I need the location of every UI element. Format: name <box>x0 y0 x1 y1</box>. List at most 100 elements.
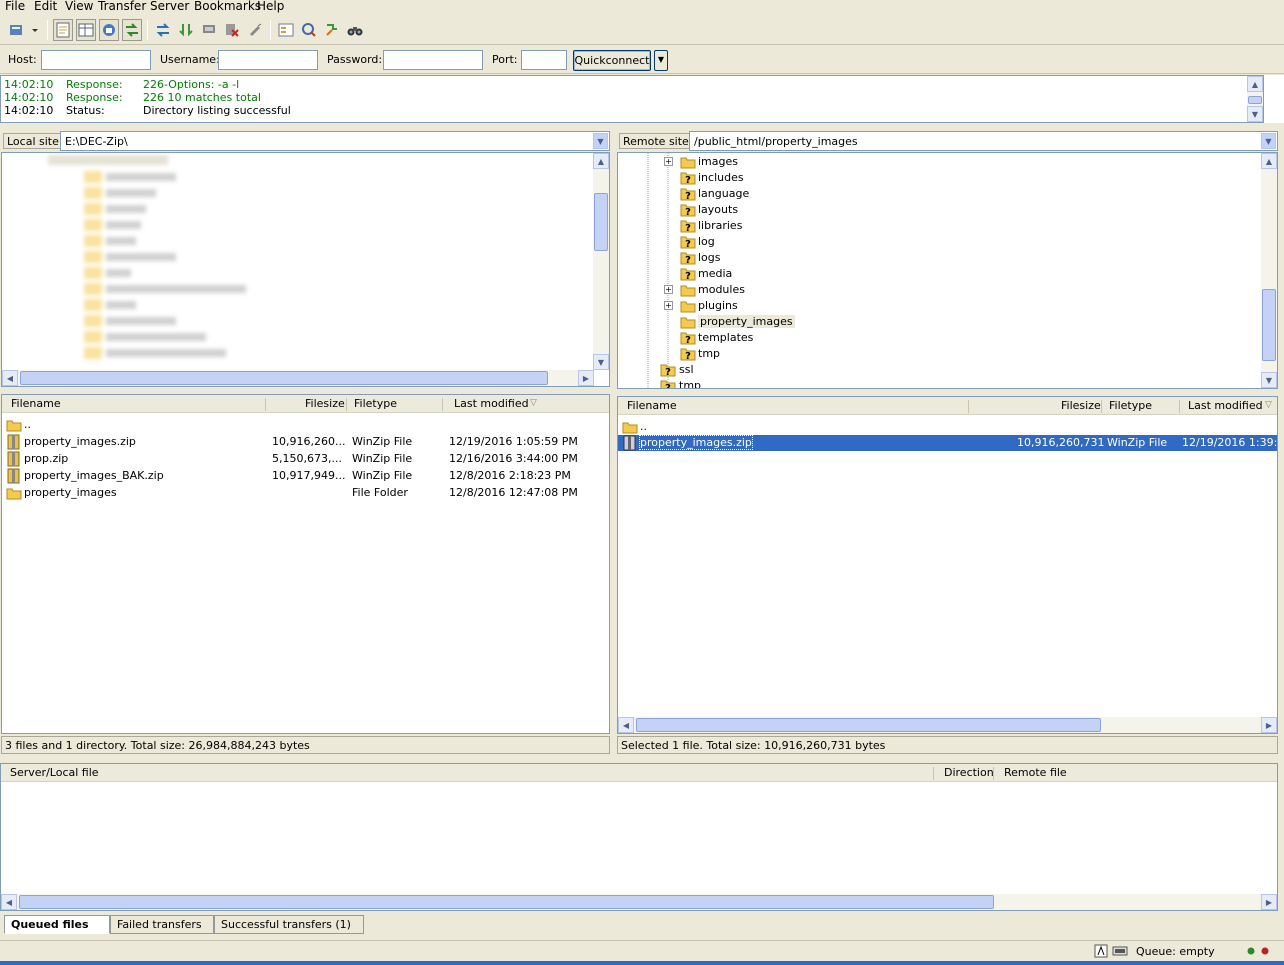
local-file-list[interactable]: Filename Filesize Filetype Last modified… <box>1 394 610 734</box>
remote-list-hscrollbar[interactable]: ◀ ▶ <box>618 717 1277 733</box>
menu-file[interactable]: File <box>5 0 25 13</box>
column-filetype[interactable]: Filetype <box>354 397 397 410</box>
scroll-right-arrow[interactable]: ▶ <box>1261 894 1277 910</box>
local-file-row[interactable]: prop.zip 5,150,673,... WinZip File 12/16… <box>2 451 602 467</box>
scroll-thumb[interactable] <box>1262 289 1276 361</box>
menu-server[interactable]: Server <box>150 0 189 13</box>
expand-icon[interactable]: + <box>664 157 673 166</box>
reconnect-button[interactable] <box>245 19 265 41</box>
scroll-thumb[interactable] <box>1248 96 1262 104</box>
scroll-left-arrow[interactable]: ◀ <box>618 717 634 733</box>
search-files-button[interactable] <box>345 19 365 41</box>
remote-tree-item[interactable]: ? media <box>618 266 1258 282</box>
menu-edit[interactable]: Edit <box>34 0 57 13</box>
scroll-thumb[interactable] <box>19 895 994 909</box>
local-tree-hscrollbar[interactable]: ◀ ▶ <box>2 370 594 386</box>
remote-tree-item[interactable]: + plugins <box>618 298 1258 314</box>
directory-filter-button[interactable] <box>276 19 296 41</box>
scroll-up-arrow[interactable]: ▲ <box>1261 153 1277 169</box>
menu-help[interactable]: Help <box>257 0 284 13</box>
remote-file-row-selected[interactable]: property_images.zip 10,916,260,731 WinZi… <box>618 435 1277 451</box>
refresh-button[interactable] <box>153 19 173 41</box>
column-filetype[interactable]: Filetype <box>1109 399 1152 412</box>
password-input[interactable] <box>383 50 483 70</box>
scroll-thumb[interactable] <box>20 371 548 385</box>
site-manager-button[interactable] <box>6 19 40 41</box>
menu-bookmarks[interactable]: Bookmarks <box>194 0 261 13</box>
remote-tree-item[interactable]: ? templates <box>618 330 1258 346</box>
synchronized-browsing-button[interactable] <box>322 19 342 41</box>
column-filesize[interactable]: Filesize <box>305 397 345 410</box>
quickconnect-button[interactable]: Quickconnect <box>573 50 651 71</box>
remote-tree-item[interactable]: ? logs <box>618 250 1258 266</box>
expand-icon[interactable]: + <box>664 301 673 310</box>
local-file-row[interactable]: property_images File Folder 12/8/2016 12… <box>2 485 602 501</box>
scroll-left-arrow[interactable]: ◀ <box>2 370 18 386</box>
scroll-thumb[interactable] <box>636 718 1101 732</box>
remote-tree-item[interactable]: ? libraries <box>618 218 1258 234</box>
remote-file-list[interactable]: Filename Filesize Filetype Last modified… <box>617 396 1278 734</box>
scroll-right-arrow[interactable]: ▶ <box>1261 717 1277 733</box>
remote-tree-item[interactable]: ? includes <box>618 170 1258 186</box>
remote-tree-item[interactable]: ? tmp <box>618 346 1258 362</box>
remote-tree-item[interactable]: + images <box>618 154 1258 170</box>
column-last-modified[interactable]: Last modified <box>454 397 529 410</box>
column-remote-file[interactable]: Remote file <box>1004 766 1067 779</box>
cancel-operation-button[interactable] <box>199 19 219 41</box>
quickconnect-history-dropdown[interactable]: ▼ <box>654 50 668 71</box>
host-input[interactable] <box>41 50 151 70</box>
remote-tree-item[interactable]: + modules <box>618 282 1258 298</box>
log-scrollbar[interactable]: ▲ ▼ <box>1247 76 1263 122</box>
remote-file-row[interactable]: .. <box>618 419 1277 435</box>
column-filesize[interactable]: Filesize <box>1061 399 1101 412</box>
local-path-combobox[interactable]: E:\DEC-Zip\ ▼ <box>60 131 610 151</box>
remote-tree-item[interactable]: property_images <box>618 314 1258 330</box>
toggle-remote-tree-button[interactable] <box>99 19 119 41</box>
disconnect-button[interactable] <box>222 19 242 41</box>
scroll-thumb[interactable] <box>594 193 608 251</box>
local-file-row[interactable]: property_images_BAK.zip 10,917,949... Wi… <box>2 468 602 484</box>
tab-successful-transfers[interactable]: Successful transfers (1) <box>214 915 364 934</box>
remote-tree-item[interactable]: ? log <box>618 234 1258 250</box>
transfer-type-icon[interactable] <box>1094 944 1108 958</box>
local-path-dropdown-icon[interactable]: ▼ <box>593 133 608 149</box>
expand-icon[interactable]: + <box>664 285 673 294</box>
tab-failed-transfers[interactable]: Failed transfers <box>110 915 214 934</box>
scroll-down-arrow[interactable]: ▼ <box>593 354 609 370</box>
toggle-queue-button[interactable] <box>122 19 142 41</box>
remote-tree-vscrollbar[interactable]: ▲ ▼ <box>1261 153 1277 388</box>
remote-tree-item[interactable]: ? language <box>618 186 1258 202</box>
column-last-modified[interactable]: Last modified <box>1188 399 1263 412</box>
remote-tree-item[interactable]: ? layouts <box>618 202 1258 218</box>
remote-path-dropdown-icon[interactable]: ▼ <box>1261 133 1276 149</box>
menu-view[interactable]: View <box>65 0 93 13</box>
scroll-down-arrow[interactable]: ▼ <box>1261 372 1277 388</box>
port-input[interactable] <box>521 50 567 70</box>
column-server-local-file[interactable]: Server/Local file <box>10 766 99 779</box>
tab-queued-files[interactable]: Queued files <box>4 915 110 934</box>
menu-transfer[interactable]: Transfer <box>98 0 146 13</box>
local-file-row[interactable]: property_images.zip 10,916,260... WinZip… <box>2 434 602 450</box>
transfer-queue[interactable]: Server/Local file Direction Remote file … <box>0 763 1278 911</box>
toggle-local-tree-button[interactable] <box>76 19 96 41</box>
local-file-row[interactable]: .. <box>2 417 602 433</box>
speed-limit-icon[interactable] <box>1112 945 1128 957</box>
scroll-up-arrow[interactable]: ▲ <box>1247 76 1263 92</box>
scroll-left-arrow[interactable]: ◀ <box>1 894 17 910</box>
scroll-up-arrow[interactable]: ▲ <box>593 153 609 169</box>
toggle-log-button[interactable] <box>53 19 73 41</box>
column-filename[interactable]: Filename <box>11 397 61 410</box>
column-direction[interactable]: Direction <box>944 766 994 779</box>
scroll-right-arrow[interactable]: ▶ <box>578 370 594 386</box>
scroll-down-arrow[interactable]: ▼ <box>1247 106 1263 122</box>
username-input[interactable] <box>218 50 318 70</box>
local-tree-vscrollbar[interactable]: ▲ ▼ <box>593 153 609 370</box>
remote-tree-item[interactable]: ? ssl <box>618 362 1258 378</box>
queue-hscrollbar[interactable]: ◀ ▶ <box>1 894 1277 910</box>
column-filename[interactable]: Filename <box>627 399 677 412</box>
local-directory-tree[interactable]: ▲ ▼ ◀ ▶ <box>1 152 610 387</box>
remote-directory-tree[interactable]: + images? includes? language? layouts? librar… <box>617 152 1278 389</box>
remote-path-combobox[interactable]: /public_html/property_images ▼ <box>689 131 1278 151</box>
remote-tree-item[interactable]: ? tmp <box>618 378 1258 388</box>
compare-directories-button[interactable] <box>299 19 319 41</box>
